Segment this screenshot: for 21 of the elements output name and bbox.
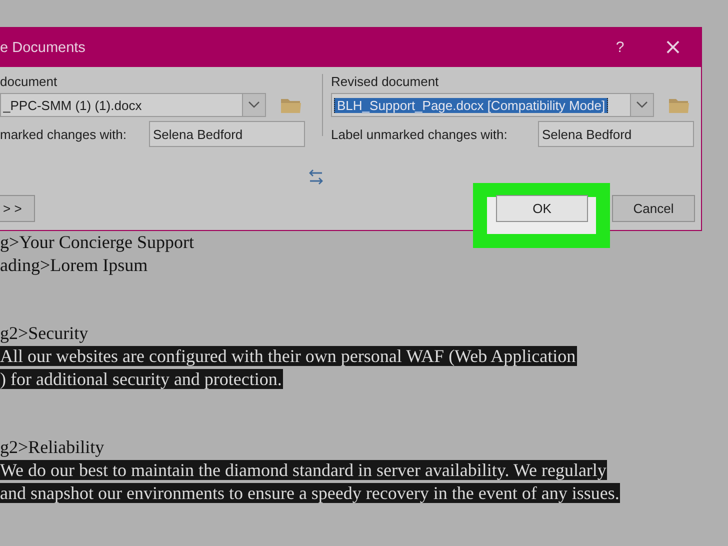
field-label: marked changes with: xyxy=(0,126,126,142)
chevron-down-icon[interactable] xyxy=(242,94,265,116)
document-text-line: g2>Security xyxy=(0,323,90,343)
cancel-button[interactable]: Cancel xyxy=(612,195,695,222)
more-button[interactable]: > > xyxy=(0,195,35,222)
swap-arrows-icon[interactable] xyxy=(308,168,324,186)
file-dropdown[interactable]: _PPC-SMM (1) (1).docx xyxy=(0,93,266,117)
file-dropdown[interactable]: BLH_Support_Page.docx [Compatibility Mode] xyxy=(331,93,654,117)
document-text-line: g>Your Concierge Support xyxy=(0,232,195,252)
author-field[interactable]: Selena Bedford xyxy=(149,121,305,147)
field-label: Label unmarked changes with: xyxy=(331,126,508,142)
document-text-line: g2>Reliability xyxy=(0,437,106,457)
field-label: document xyxy=(0,74,58,89)
ok-button[interactable]: OK xyxy=(496,195,588,222)
document-text-line: ading>Lorem Ipsum xyxy=(0,255,149,275)
author-field[interactable]: Selena Bedford xyxy=(538,121,694,147)
help-button[interactable]: ? xyxy=(595,39,645,56)
field-label: Revised document xyxy=(331,74,440,89)
chevron-down-icon[interactable] xyxy=(630,94,653,116)
close-button[interactable]: × xyxy=(645,35,701,60)
window-title: e Documents xyxy=(0,40,86,56)
